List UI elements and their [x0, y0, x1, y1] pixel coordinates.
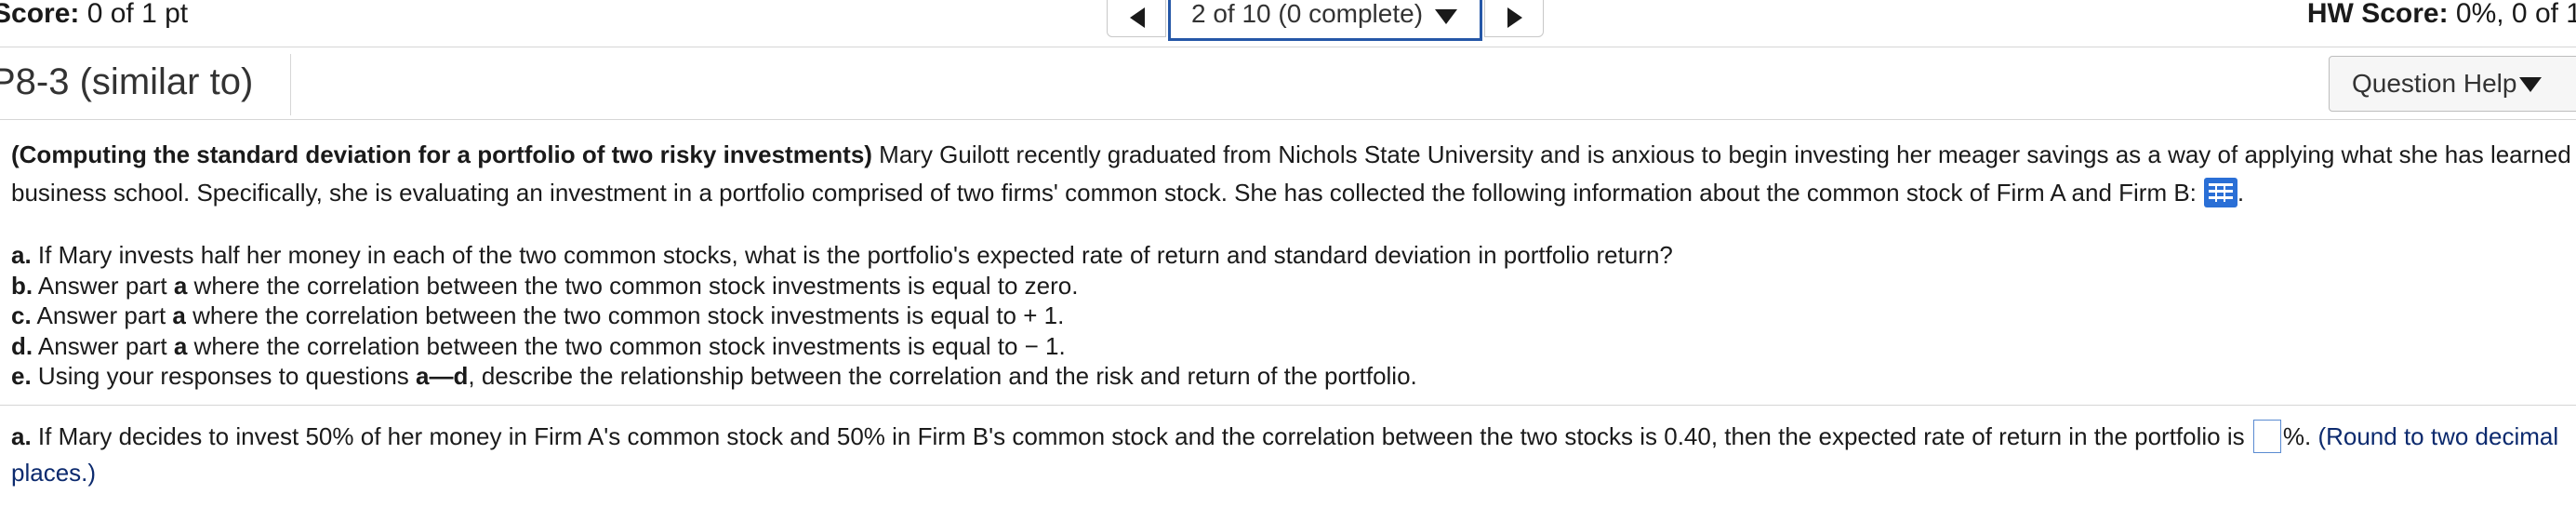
part-label: b.	[11, 271, 33, 300]
question-select[interactable]: 2 of 10 (0 complete)	[1168, 0, 1482, 41]
part-ref: a	[173, 271, 188, 300]
answer-area: a. If Mary decides to invest 50% of her …	[11, 419, 2576, 490]
part-ref: a—d	[416, 362, 469, 390]
part-label: c.	[11, 301, 32, 329]
part-a: a. If Mary invests half her money in eac…	[11, 240, 1673, 271]
part-text: Answer part	[33, 271, 174, 300]
part-text: where the correlation between the two co…	[187, 331, 1066, 360]
part-text: , describe the relationship between the …	[468, 362, 1417, 390]
answer-label: a.	[11, 422, 32, 450]
part-d: d. Answer part a where the correlation b…	[11, 331, 1673, 362]
part-ref: a	[172, 301, 186, 329]
triangle-left-icon	[1130, 7, 1145, 28]
hw-score: HW Score: 0%, 0 of 1	[2307, 0, 2576, 30]
divider	[0, 119, 2576, 120]
part-b: b. Answer part a where the correlation b…	[11, 271, 1673, 301]
rounding-hint-cont: places.)	[11, 459, 97, 488]
question-help-button[interactable]: Question Help	[2329, 56, 2576, 112]
part-text: Using your responses to questions	[31, 362, 417, 390]
top-bar: Score: 0 of 1 pt 2 of 10 (0 complete) HW…	[0, 0, 2576, 47]
question-help-label: Question Help	[2352, 69, 2517, 98]
problem-statement: (Computing the standard deviation for a …	[11, 136, 2576, 212]
hw-score-value: 0%, 0 of 1	[2455, 0, 2576, 29]
part-label: a.	[11, 241, 32, 269]
part-text: where the correlation between the two co…	[185, 301, 1065, 329]
expected-return-input[interactable]	[2252, 420, 2281, 454]
triangle-right-icon	[1507, 7, 1522, 28]
part-label: d.	[11, 331, 33, 360]
rounding-hint: (Round to two decimal	[2317, 422, 2559, 450]
part-text: If Mary invests half her money in each o…	[31, 241, 1673, 269]
problem-lead: (Computing the standard deviation for a …	[11, 140, 872, 168]
previous-question-button[interactable]	[1107, 0, 1166, 37]
problem-text-1: Mary Guilott recently graduated from Nic…	[871, 140, 2571, 168]
question-parts: a. If Mary invests half her money in eac…	[11, 240, 1673, 392]
chevron-down-icon	[1435, 9, 1457, 24]
hw-score-label: HW Score:	[2306, 0, 2449, 29]
question-select-label: 2 of 10 (0 complete)	[1191, 0, 1424, 28]
part-text: where the correlation between the two co…	[187, 271, 1079, 300]
chevron-down-icon	[2519, 77, 2542, 92]
next-question-button[interactable]	[1484, 0, 1544, 37]
answer-text: If Mary decides to invest 50% of her mon…	[31, 422, 2245, 450]
problem-text-end: .	[2237, 179, 2245, 207]
part-text: Answer part	[31, 301, 173, 329]
problem-text-2: business school. Specifically, she is ev…	[11, 179, 2197, 207]
part-label: e.	[11, 362, 32, 390]
part-c: c. Answer part a where the correlation b…	[11, 301, 1673, 331]
score-value: 0 of 1 pt	[86, 0, 189, 29]
answer-unit: %.	[2282, 422, 2312, 450]
divider	[0, 405, 2576, 406]
score: Score: 0 of 1 pt	[0, 0, 188, 30]
part-e: e. Using your responses to questions a—d…	[11, 361, 1673, 392]
part-text: Answer part	[33, 331, 174, 360]
table-icon[interactable]	[2203, 178, 2237, 208]
question-title: P8-3 (similar to)	[0, 61, 254, 102]
part-ref: a	[173, 331, 188, 360]
score-label: Score:	[0, 0, 80, 29]
divider	[290, 54, 291, 115]
